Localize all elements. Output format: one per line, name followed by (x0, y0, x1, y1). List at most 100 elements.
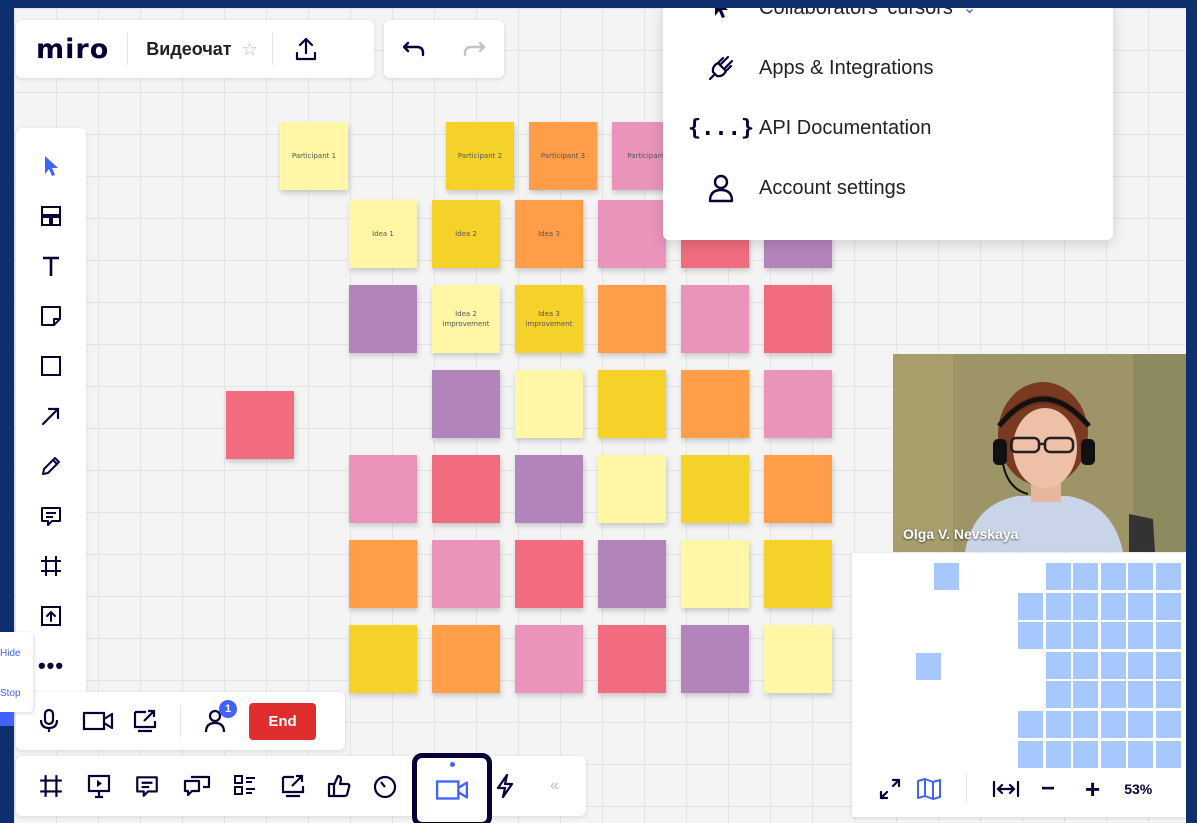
frames-icon[interactable] (38, 773, 64, 799)
more-tools-icon[interactable]: ••• (26, 641, 76, 691)
minimap-cell (1045, 563, 1071, 590)
pen-tool[interactable] (26, 441, 76, 491)
sticky-note[interactable] (432, 370, 500, 438)
minimap-view[interactable] (852, 553, 1186, 768)
fullscreen-icon[interactable] (878, 777, 902, 801)
share-upload-icon[interactable] (293, 36, 319, 62)
sticky-note[interactable] (764, 285, 832, 353)
sticky-note[interactable] (598, 455, 666, 523)
sticky-note[interactable] (764, 540, 832, 608)
sticky-note[interactable] (681, 285, 749, 353)
fit-to-screen-icon[interactable] (991, 779, 1021, 799)
video-chat-icon-active[interactable] (412, 753, 492, 823)
divider (966, 774, 967, 804)
sticky-note[interactable] (515, 455, 583, 523)
undo-icon[interactable] (401, 39, 427, 59)
redo-icon[interactable] (461, 39, 487, 59)
sticky-note[interactable] (349, 455, 417, 523)
board-canvas[interactable]: Idea 1 Idea 2 Idea 3 Idea 2 improvement Idea… (14, 8, 1186, 823)
sticky-note[interactable] (598, 285, 666, 353)
sticky-note[interactable] (764, 625, 832, 693)
templates-tool[interactable] (26, 191, 76, 241)
sticky-note[interactable] (764, 370, 832, 438)
zoom-in-icon[interactable]: + (1085, 774, 1100, 805)
microphone-icon[interactable] (38, 708, 60, 734)
sticky-note[interactable] (515, 540, 583, 608)
select-tool[interactable] (26, 141, 76, 191)
chat-icon[interactable] (182, 773, 212, 799)
minimap-cell (1073, 592, 1099, 620)
sticky-note[interactable] (681, 455, 749, 523)
sticky-note[interactable] (681, 625, 749, 693)
left-toolbar: ••• (16, 128, 86, 706)
zoom-level[interactable]: 53% (1124, 781, 1152, 797)
card-list-icon[interactable] (232, 773, 258, 799)
share-screen-icon[interactable] (280, 773, 306, 799)
minimap-cell (1045, 681, 1071, 709)
star-icon[interactable]: ☆ (242, 39, 258, 60)
sticky-note[interactable] (349, 625, 417, 693)
share-indicator-strip (0, 712, 14, 726)
voting-thumbs-up-icon[interactable] (326, 773, 352, 799)
comment-tool[interactable] (26, 491, 76, 541)
sticky-note[interactable]: Participant 1 (280, 122, 348, 190)
frame-tool[interactable] (26, 541, 76, 591)
minimap-cell (1073, 563, 1099, 590)
menu-item-apps-integrations[interactable]: Apps & Integrations (701, 48, 934, 88)
sticky-note[interactable] (681, 540, 749, 608)
sticky-note[interactable]: Idea 3 improvement (515, 285, 583, 353)
menu-item-account-settings[interactable]: Account settings (701, 168, 906, 208)
sticky-note[interactable]: Participant 2 (446, 122, 514, 190)
comments-icon[interactable] (134, 773, 160, 799)
sticky-note[interactable] (681, 370, 749, 438)
text-tool[interactable] (26, 241, 76, 291)
screen-share-icon[interactable] (132, 708, 158, 734)
collapse-toolbar-icon[interactable]: « (550, 777, 559, 795)
sticky-note[interactable] (764, 455, 832, 523)
minimap-cell (1100, 563, 1126, 590)
divider (127, 33, 129, 65)
menu-item-api-documentation[interactable]: {...} API Documentation (688, 108, 931, 148)
camera-icon[interactable] (82, 710, 114, 732)
lightning-icon[interactable] (494, 773, 516, 799)
shape-tool[interactable] (26, 341, 76, 391)
sticky-note[interactable] (226, 391, 294, 459)
end-call-button[interactable]: End (249, 702, 316, 740)
upload-tool[interactable] (26, 591, 76, 641)
sticky-note[interactable] (598, 625, 666, 693)
sticky-note[interactable] (349, 540, 417, 608)
sticky-note[interactable] (515, 370, 583, 438)
sticky-note[interactable] (432, 625, 500, 693)
timer-icon[interactable] (372, 773, 398, 799)
sticky-note[interactable]: Idea 2 improvement (432, 285, 500, 353)
sticky-note[interactable] (432, 540, 500, 608)
hide-button[interactable]: Hide (0, 648, 21, 659)
participants-icon[interactable]: 1 (203, 700, 237, 734)
sticky-note[interactable]: Idea 1 (349, 200, 417, 268)
screen-share-side-tab: Hide Stop (0, 632, 33, 712)
sticky-note[interactable] (515, 625, 583, 693)
sticky-note[interactable] (598, 200, 666, 268)
plug-icon (701, 53, 741, 83)
minimap-cell (1018, 740, 1043, 768)
sticky-note-tool[interactable] (26, 291, 76, 341)
zoom-out-icon[interactable]: − (1041, 775, 1055, 803)
connector-tool[interactable] (26, 391, 76, 441)
miro-logo[interactable]: miro (36, 34, 109, 65)
menu-item-collaborators-cursors[interactable]: Collaborators' cursors ⌄ (701, 8, 976, 28)
sticky-note[interactable]: Idea 2 (432, 200, 500, 268)
minimap-panel: − + 53% (852, 553, 1186, 817)
video-tile[interactable]: Olga V. Nevskaya (893, 354, 1186, 552)
minimap-toggle-icon[interactable] (916, 777, 942, 801)
stop-button[interactable]: Stop (0, 688, 21, 699)
window-top-strip (0, 0, 1197, 8)
sticky-note[interactable] (432, 455, 500, 523)
sticky-note[interactable] (598, 370, 666, 438)
sticky-note[interactable]: Idea 3 (515, 200, 583, 268)
sticky-note[interactable] (598, 540, 666, 608)
board-title[interactable]: Видеочат (146, 39, 231, 60)
presentation-icon[interactable] (86, 773, 112, 799)
minimap-cell (1156, 622, 1181, 650)
sticky-note[interactable] (349, 285, 417, 353)
sticky-note[interactable]: Participant 3 (529, 122, 597, 190)
